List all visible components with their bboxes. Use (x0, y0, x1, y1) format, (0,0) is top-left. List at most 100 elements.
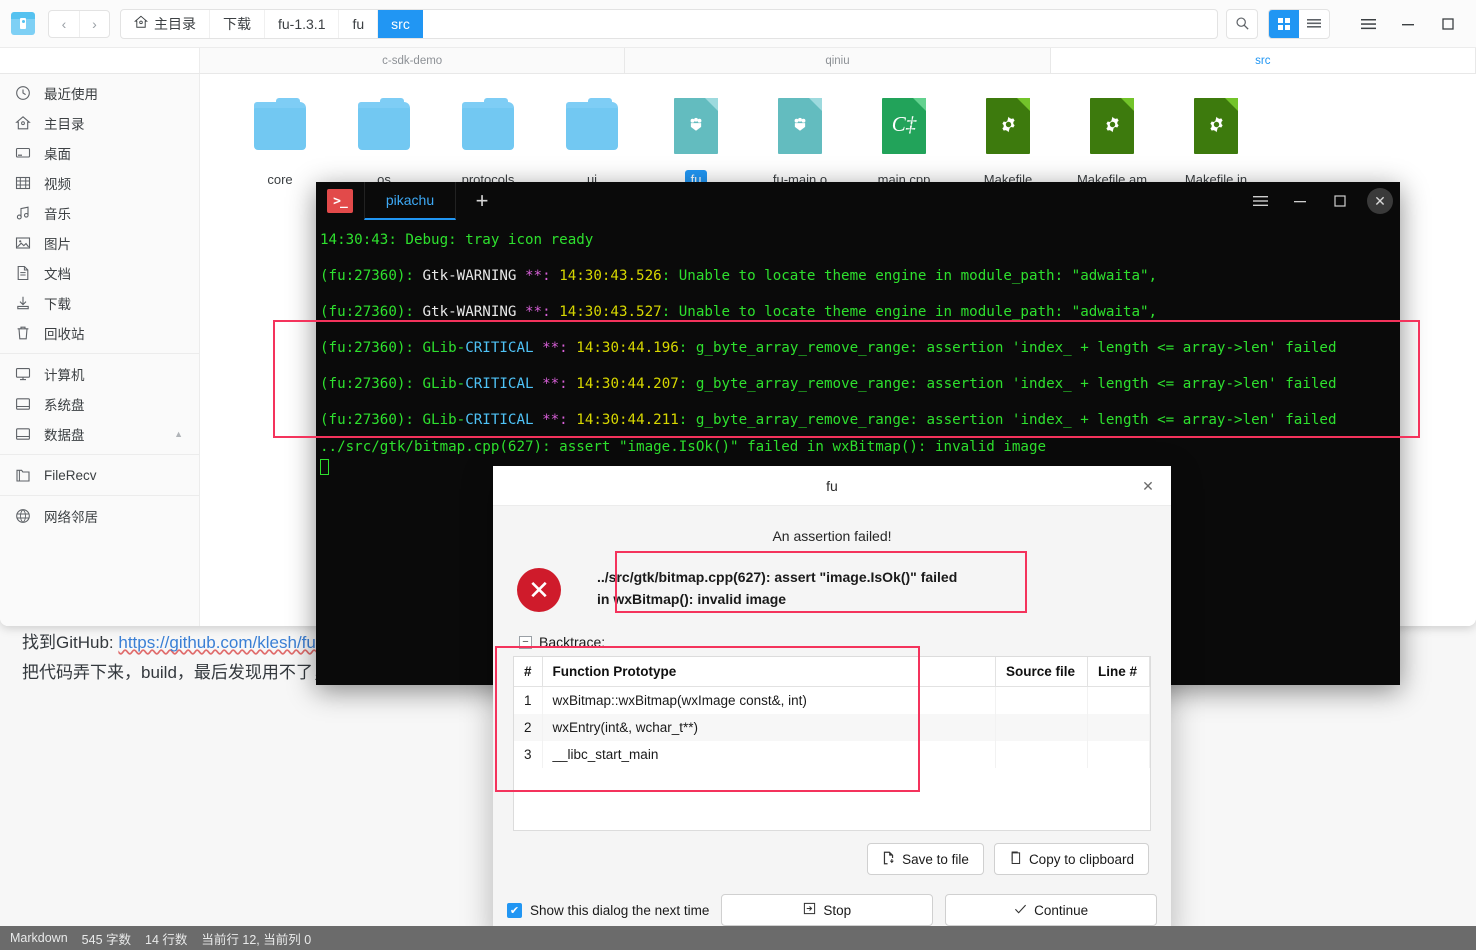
grid-view-icon[interactable] (1269, 9, 1299, 38)
sidebar-item-item13[interactable]: 网络邻居 (0, 501, 199, 531)
navigation-buttons[interactable]: ‹ › (48, 9, 110, 38)
continue-button-label: Continue (1034, 902, 1089, 918)
minimize-icon[interactable] (1280, 182, 1320, 220)
sidebar-item-item6[interactable]: 文档 (0, 258, 199, 288)
sidebar-item-item7[interactable]: 下载 (0, 288, 199, 318)
maximize-icon[interactable] (1320, 182, 1360, 220)
tab-c-sdk-demo[interactable]: c-sdk-demo (200, 48, 626, 73)
sidebar-item-item1[interactable]: 主目录 (0, 108, 199, 138)
file-label[interactable]: core (261, 170, 298, 189)
window-controls[interactable] (1348, 7, 1468, 41)
sidebar-item-item5[interactable]: 图片 (0, 228, 199, 258)
sidebar-item-item11[interactable]: 数据盘 ▲ (0, 419, 199, 449)
terminal-text-segment: 14:30:44.211 (576, 412, 679, 428)
terminal-text-segment: ../src/gtk/bitmap.cpp(627): assert "imag… (320, 439, 1047, 455)
column-header-source[interactable]: Source file (995, 657, 1088, 687)
terminal-text-segment: CRITICAL (465, 340, 534, 356)
editor-line-1: 找到GitHub: https://github.com/klesh/fu (22, 628, 316, 658)
dialog-headline: An assertion failed! (772, 528, 892, 544)
tab-src[interactable]: src (1050, 48, 1476, 73)
save-to-file-button[interactable]: Save to file (867, 843, 984, 875)
file-item-fu-main-o[interactable]: fu-main.o (748, 92, 852, 189)
terminal-text-segment: 14:30:43.526 (559, 268, 662, 284)
maximize-icon[interactable] (1428, 7, 1468, 41)
column-header-line[interactable]: Line # (1087, 657, 1150, 687)
copy-to-clipboard-button[interactable]: Copy to clipboard (993, 843, 1149, 875)
file-manager-tabs[interactable]: c-sdk-demo qiniu src (0, 48, 1476, 74)
terminal-tabbar[interactable]: >_ pikachu + ✕ (316, 182, 1400, 220)
table-row[interactable]: 3 __libc_start_main (514, 741, 1150, 768)
new-tab-button[interactable]: + (456, 182, 508, 220)
sidebar-item-filerecv[interactable]: FileRecv (0, 460, 199, 490)
hamburger-menu-icon[interactable] (1348, 7, 1388, 41)
stop-button[interactable]: Stop (721, 894, 934, 926)
sidebar-item-item9[interactable]: 计算机 (0, 359, 199, 389)
tab-qiniu[interactable]: qiniu (625, 48, 1051, 73)
file-item-makefile[interactable]: Makefile (956, 92, 1060, 189)
dialog-error-message: ../src/gtk/bitmap.cpp(627): assert "imag… (597, 569, 958, 607)
breadcrumb-empty-space[interactable] (423, 10, 1217, 38)
eject-icon[interactable]: ▲ (174, 429, 183, 439)
file-item-os[interactable]: os (332, 92, 436, 189)
file-grid[interactable]: core os protocols ui fu fu-main.o C‡ main.cpp Ma… (228, 92, 1476, 189)
table-cell-fn: __libc_start_main (542, 741, 997, 768)
sidebar-item-item0[interactable]: 最近使用 (0, 78, 199, 108)
hamburger-menu-icon[interactable] (1240, 182, 1280, 220)
breadcrumb-item-src[interactable]: src (378, 9, 423, 38)
document-icon (14, 264, 32, 282)
close-icon[interactable]: ✕ (1360, 182, 1400, 220)
picture-icon (14, 234, 32, 252)
view-mode-toggle[interactable] (1268, 8, 1330, 39)
search-icon[interactable] (1226, 8, 1258, 39)
breadcrumb-item-fu-1-3-1[interactable]: fu-1.3.1 (265, 9, 340, 38)
table-row[interactable]: 1 wxBitmap::wxBitmap(wxImage const&, int) (514, 686, 1150, 714)
breadcrumb-item-fu[interactable]: fu (339, 9, 379, 38)
sidebar-item-item8[interactable]: 回收站 (0, 318, 199, 348)
terminal-text-segment: GLib- (422, 412, 466, 428)
forward-button[interactable]: › (79, 10, 109, 37)
file-icon-wrapper (1186, 96, 1246, 158)
backtrace-section-label[interactable]: − Backtrace: (519, 634, 1155, 650)
sidebar[interactable]: 最近使用 主目录 桌面视频音乐 图片 文档 下载 回收站计算机 系统盘 数据盘 ▲ FileRecv… (0, 74, 200, 626)
file-item-makefile-am[interactable]: Makefile.am (1060, 92, 1164, 189)
assertion-dialog[interactable]: fu ✕ An assertion failed! ✕ ../src/gtk/b… (493, 466, 1171, 937)
minimize-icon[interactable] (1388, 7, 1428, 41)
checkbox-checked-icon[interactable]: ✔ (507, 902, 522, 918)
sidebar-item-item10[interactable]: 系统盘 (0, 389, 199, 419)
terminal-text-segment: : Unable to locate theme engine in modul… (661, 268, 1158, 284)
download-icon (14, 294, 32, 312)
file-item-protocols[interactable]: protocols (436, 92, 540, 189)
terminal-window-controls[interactable]: ✕ (1240, 182, 1400, 220)
close-icon[interactable]: ✕ (1135, 473, 1161, 499)
list-view-icon[interactable] (1299, 10, 1329, 38)
sidebar-item-item3[interactable]: 视频 (0, 168, 199, 198)
github-link[interactable]: https://github.com/klesh/fu (118, 633, 316, 652)
file-item-fu[interactable]: fu (644, 92, 748, 189)
terminal-text-segment: CRITICAL (465, 412, 534, 428)
file-item-ui[interactable]: ui (540, 92, 644, 189)
sidebar-item-item2[interactable]: 桌面 (0, 138, 199, 168)
backtrace-collapse-toggle[interactable]: − (519, 635, 532, 649)
save-file-icon (882, 851, 895, 868)
clock-icon (14, 84, 32, 102)
breadcrumb-item-home[interactable]: 主目录 (121, 9, 210, 38)
sidebar-item-label: 视频 (44, 177, 71, 192)
file-item-core[interactable]: core (228, 92, 332, 189)
backtrace-table[interactable]: # Function Prototype Source file Line # … (513, 656, 1151, 831)
sidebar-item-item4[interactable]: 音乐 (0, 198, 199, 228)
column-header-function[interactable]: Function Prototype (542, 657, 997, 687)
terminal-output[interactable]: 14:30:43: Debug: tray icon ready (fu:2736… (316, 220, 1400, 478)
sidebar-item-label: 网络邻居 (44, 510, 98, 525)
table-row[interactable]: 2 wxEntry(int&, wchar_t**) (514, 714, 1150, 741)
file-item-main-cpp[interactable]: C‡ main.cpp (852, 92, 956, 189)
file-item-makefile-in[interactable]: Makefile.in (1164, 92, 1268, 189)
breadcrumb[interactable]: 主目录 下载 fu-1.3.1 fu src (120, 8, 1218, 39)
show-dialog-next-time-checkbox[interactable]: ✔ Show this dialog the next time (507, 902, 709, 918)
terminal-tab-pikachu[interactable]: pikachu (364, 182, 456, 220)
back-button[interactable]: ‹ (49, 11, 79, 37)
dialog-secondary-actions[interactable]: Save to file Copy to clipboard (509, 843, 1149, 875)
column-header-index[interactable]: # (514, 657, 543, 687)
continue-button[interactable]: Continue (945, 894, 1158, 926)
breadcrumb-item-downloads[interactable]: 下载 (210, 9, 265, 38)
breadcrumb-label-home: 主目录 (154, 15, 196, 32)
